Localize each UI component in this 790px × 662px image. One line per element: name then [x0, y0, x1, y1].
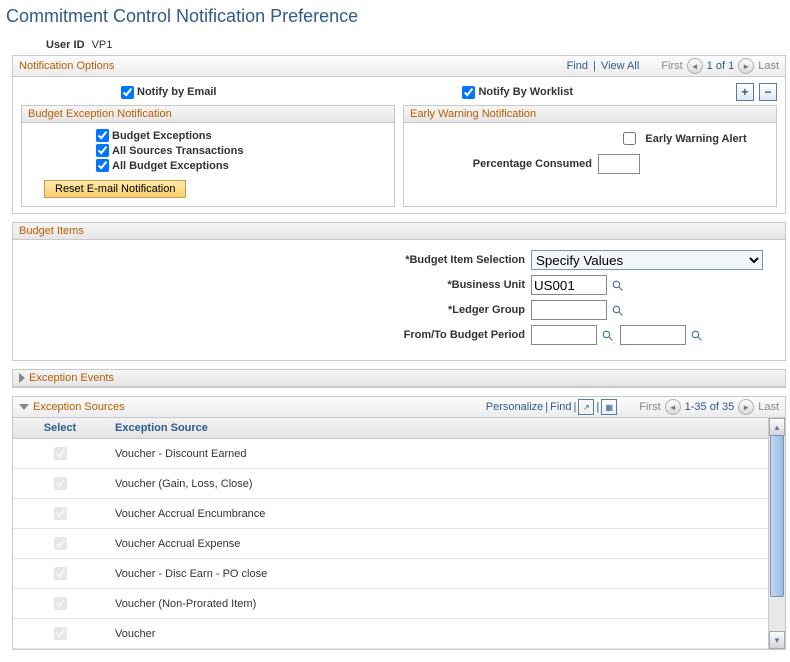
row-source-cell: Voucher (Non-Prorated Item) — [107, 589, 768, 619]
user-id-value: VP1 — [92, 39, 113, 51]
panel-links: Find | View All — [567, 60, 640, 72]
add-row-icon[interactable]: + — [736, 83, 754, 101]
es-find-link[interactable]: Find — [550, 401, 571, 413]
row-source-cell: Voucher Accrual Expense — [107, 529, 768, 559]
table-row: Voucher (Non-Prorated Item) — [13, 589, 768, 619]
budget-exception-title: Budget Exception Notification — [28, 108, 172, 120]
user-id-row: User ID VP1 — [46, 39, 790, 51]
row-select-checkbox[interactable] — [54, 597, 67, 610]
row-source-cell: Voucher — [107, 619, 768, 649]
business-unit-label: *Business Unit — [21, 279, 531, 291]
exception-events-title: Exception Events — [29, 372, 114, 384]
budget-exception-checkbox[interactable] — [96, 159, 109, 172]
es-nav-prev-icon[interactable]: ◄ — [665, 399, 681, 415]
scroll-down-icon[interactable]: ▼ — [769, 631, 785, 649]
exception-sources-table-wrap: Select Exception Source Voucher - Discou… — [12, 417, 786, 650]
notify-worklist-label: Notify By Worklist — [478, 86, 573, 98]
early-warning-label: Early Warning Alert — [645, 133, 746, 145]
es-nav-next-icon[interactable]: ► — [738, 399, 754, 415]
table-scrollbar[interactable]: ▲ ▼ — [768, 418, 785, 649]
scroll-thumb[interactable] — [770, 435, 784, 597]
chevron-right-icon — [19, 373, 25, 383]
percent-consumed-label: Percentage Consumed — [412, 158, 592, 170]
popout-icon[interactable]: ↗ — [578, 399, 594, 415]
budget-period-to-lookup-icon[interactable] — [689, 328, 703, 342]
notification-options-panel: Notification Options Find | View All Fir… — [12, 55, 786, 214]
budget-period-from-input[interactable] — [531, 325, 597, 345]
notify-email-checkbox[interactable] — [121, 86, 134, 99]
table-row: Voucher Accrual Encumbrance — [13, 499, 768, 529]
budget-item-selection-label: *Budget Item Selection — [21, 254, 531, 266]
page-title: Commitment Control Notification Preferen… — [6, 6, 790, 27]
table-row: Voucher — [13, 619, 768, 649]
scroll-up-icon[interactable]: ▲ — [769, 418, 785, 436]
remove-row-icon[interactable]: − — [759, 83, 777, 101]
business-unit-lookup-icon[interactable] — [610, 278, 624, 292]
budget-period-from-lookup-icon[interactable] — [600, 328, 614, 342]
es-nav-count: 1-35 of 35 — [685, 401, 735, 413]
ledger-group-input[interactable] — [531, 300, 607, 320]
percent-consumed-input[interactable] — [598, 154, 640, 174]
budget-period-to-input[interactable] — [620, 325, 686, 345]
view-all-link[interactable]: View All — [601, 60, 639, 72]
row-source-cell: Voucher - Disc Earn - PO close — [107, 559, 768, 589]
budget-exception-label: Budget Exceptions — [112, 130, 212, 142]
budget-period-label: From/To Budget Period — [21, 329, 531, 341]
row-source-cell: Voucher (Gain, Loss, Close) — [107, 469, 768, 499]
nav-last: Last — [758, 60, 779, 72]
budget-items-panel: Budget Items *Budget Item Selection Spec… — [12, 222, 786, 361]
budget-exception-label: All Sources Transactions — [112, 145, 243, 157]
early-warning-checkbox[interactable] — [623, 132, 636, 145]
exception-sources-table: Select Exception Source Voucher - Discou… — [13, 418, 768, 649]
budget-items-title: Budget Items — [19, 225, 84, 237]
budget-exception-label: All Budget Exceptions — [112, 160, 229, 172]
early-warning-title: Early Warning Notification — [410, 108, 536, 120]
budget-exception-panel: Budget Exception Notification Budget Exc… — [21, 105, 395, 207]
table-row: Voucher - Discount Earned — [13, 439, 768, 469]
nav-count: 1 of 1 — [707, 60, 735, 72]
exception-sources-title: Exception Sources — [33, 401, 125, 413]
nav-next-icon[interactable]: ► — [738, 58, 754, 74]
grid-icon[interactable]: ▦ — [601, 399, 617, 415]
ledger-group-lookup-icon[interactable] — [610, 303, 624, 317]
ledger-group-label: *Ledger Group — [21, 304, 531, 316]
table-row: Voucher Accrual Expense — [13, 529, 768, 559]
budget-exception-checkbox[interactable] — [96, 144, 109, 157]
business-unit-input[interactable] — [531, 275, 607, 295]
table-row: Voucher (Gain, Loss, Close) — [13, 469, 768, 499]
early-warning-panel: Early Warning Notification Early Warning… — [403, 105, 777, 207]
chevron-down-icon[interactable] — [19, 404, 29, 410]
user-id-label: User ID — [46, 39, 85, 51]
row-select-checkbox[interactable] — [54, 567, 67, 580]
table-row: Voucher - Disc Earn - PO close — [13, 559, 768, 589]
es-nav-first: First — [639, 401, 660, 413]
nav-first: First — [661, 60, 682, 72]
row-select-checkbox[interactable] — [54, 447, 67, 460]
reset-email-button[interactable]: Reset E-mail Notification — [44, 180, 186, 198]
notify-worklist-checkbox[interactable] — [462, 86, 475, 99]
notification-options-title: Notification Options — [19, 60, 114, 72]
row-select-checkbox[interactable] — [54, 537, 67, 550]
exception-sources-header: Exception Sources Personalize | Find | ↗… — [12, 396, 786, 417]
col-select[interactable]: Select — [13, 418, 107, 439]
budget-item-selection-select[interactable]: Specify Values — [531, 250, 763, 270]
find-link[interactable]: Find — [567, 60, 588, 72]
exception-events-header[interactable]: Exception Events — [13, 370, 785, 387]
personalize-link[interactable]: Personalize — [486, 401, 543, 413]
nav-prev-icon[interactable]: ◄ — [687, 58, 703, 74]
row-source-cell: Voucher - Discount Earned — [107, 439, 768, 469]
row-select-checkbox[interactable] — [54, 507, 67, 520]
row-source-cell: Voucher Accrual Encumbrance — [107, 499, 768, 529]
exception-events-panel: Exception Events — [12, 369, 786, 388]
es-nav-last: Last — [758, 401, 779, 413]
row-select-checkbox[interactable] — [54, 627, 67, 640]
budget-exception-checkbox[interactable] — [96, 129, 109, 142]
col-exception-source[interactable]: Exception Source — [107, 418, 768, 439]
notify-email-label: Notify by Email — [137, 86, 216, 98]
row-select-checkbox[interactable] — [54, 477, 67, 490]
